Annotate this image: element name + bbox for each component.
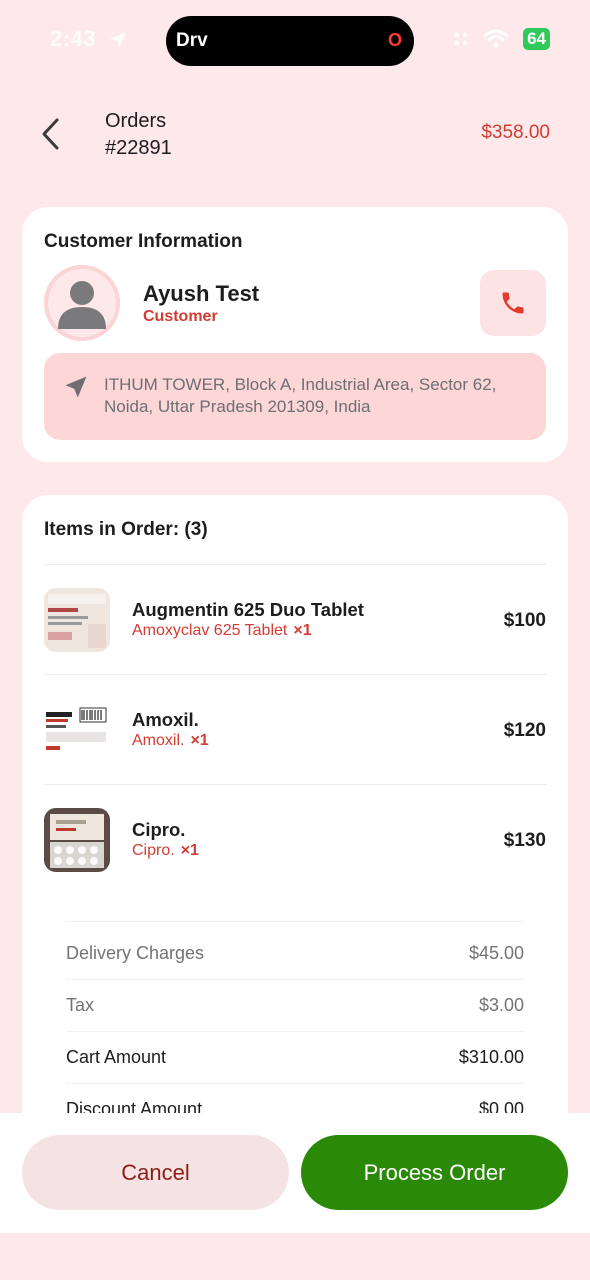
item-subtitle: Amoxil. ×1: [132, 732, 209, 750]
order-header: Orders #22891 $358.00: [0, 100, 590, 170]
grid-dots-icon: [454, 32, 468, 46]
status-bar: 2:43 Drv O 64: [0, 0, 590, 80]
item-quantity: ×1: [293, 622, 312, 639]
order-number: #22891: [105, 137, 172, 159]
customer-name: Ayush Test: [143, 281, 260, 306]
summary-row-cart: Cart Amount $310.00: [66, 1031, 524, 1083]
item-price: $120: [503, 720, 546, 741]
order-item[interactable]: Augmentin 625 Duo Tablet Amoxyclav 625 T…: [44, 565, 546, 675]
product-thumbnail: [44, 698, 110, 762]
customer-info-card: Customer Information Ayush Test Customer…: [22, 207, 568, 462]
dynamic-island: Drv O: [166, 16, 414, 66]
medicine-box-image: [44, 808, 110, 872]
chevron-left-icon: [42, 118, 59, 150]
bottom-action-bar: Cancel Process Order: [0, 1113, 590, 1233]
item-subtitle: Cipro. ×1: [132, 842, 199, 860]
status-right: 64: [453, 28, 550, 50]
page-title: Orders #22891: [105, 108, 172, 162]
battery-indicator: 64: [523, 28, 550, 50]
item-quantity: ×1: [180, 842, 199, 859]
item-generic-name: Amoxyclav 625 Tablet: [132, 622, 288, 639]
summary-label: Delivery Charges: [66, 943, 205, 963]
back-button[interactable]: [34, 114, 66, 154]
item-generic-name: Amoxil.: [132, 732, 185, 749]
status-time: 2:43: [50, 26, 97, 51]
user-avatar-icon: [44, 265, 120, 341]
item-generic-name: Cipro.: [132, 842, 175, 859]
item-name: Amoxil.: [132, 709, 199, 730]
order-items-card: Items in Order: (3) Augmentin 625 Duo Ta…: [22, 495, 568, 1135]
avatar: [44, 265, 120, 341]
medicine-box-image: [44, 698, 110, 762]
location-arrow-icon: [110, 32, 126, 48]
navigation-icon: [65, 376, 87, 398]
summary-row-tax: Tax $3.00: [66, 979, 524, 1031]
medicine-box-image: [44, 588, 110, 652]
item-name: Augmentin 625 Duo Tablet: [132, 599, 364, 620]
island-label: Drv: [176, 30, 208, 51]
island-indicator: O: [387, 30, 402, 50]
summary-value: $3.00: [478, 995, 524, 1015]
customer-role: Customer: [143, 308, 218, 325]
customer-address-box: ITHUM TOWER, Block A, Industrial Area, S…: [44, 353, 546, 440]
item-name: Cipro.: [132, 819, 186, 840]
phone-icon: [502, 292, 524, 314]
order-total: $358.00: [481, 122, 550, 143]
summary-row-delivery: Delivery Charges $45.00: [66, 927, 524, 979]
order-item[interactable]: Cipro. Cipro. ×1 $130: [44, 785, 546, 895]
process-order-button[interactable]: Process Order: [301, 1135, 568, 1210]
summary-label: Tax: [66, 995, 95, 1015]
customer-address: ITHUM TOWER, Block A, Industrial Area, S…: [104, 375, 497, 416]
order-item[interactable]: Amoxil. Amoxil. ×1 $120: [44, 675, 546, 785]
customer-section-title: Customer Information: [44, 231, 243, 252]
summary-label: Cart Amount: [66, 1047, 167, 1067]
page-title-label: Orders: [105, 110, 167, 132]
product-thumbnail: [44, 588, 110, 652]
summary-value: $310.00: [458, 1047, 524, 1067]
summary-value: $45.00: [468, 943, 524, 963]
item-subtitle: Amoxyclav 625 Tablet ×1: [132, 622, 312, 640]
wifi-icon: [483, 29, 509, 48]
divider: [66, 921, 524, 922]
item-price: $130: [503, 830, 546, 851]
call-customer-button[interactable]: [480, 270, 546, 336]
product-thumbnail: [44, 808, 110, 872]
cancel-button[interactable]: Cancel: [22, 1135, 289, 1210]
item-price: $100: [503, 610, 546, 631]
items-section-title: Items in Order: (3): [44, 519, 208, 540]
item-quantity: ×1: [190, 732, 209, 749]
